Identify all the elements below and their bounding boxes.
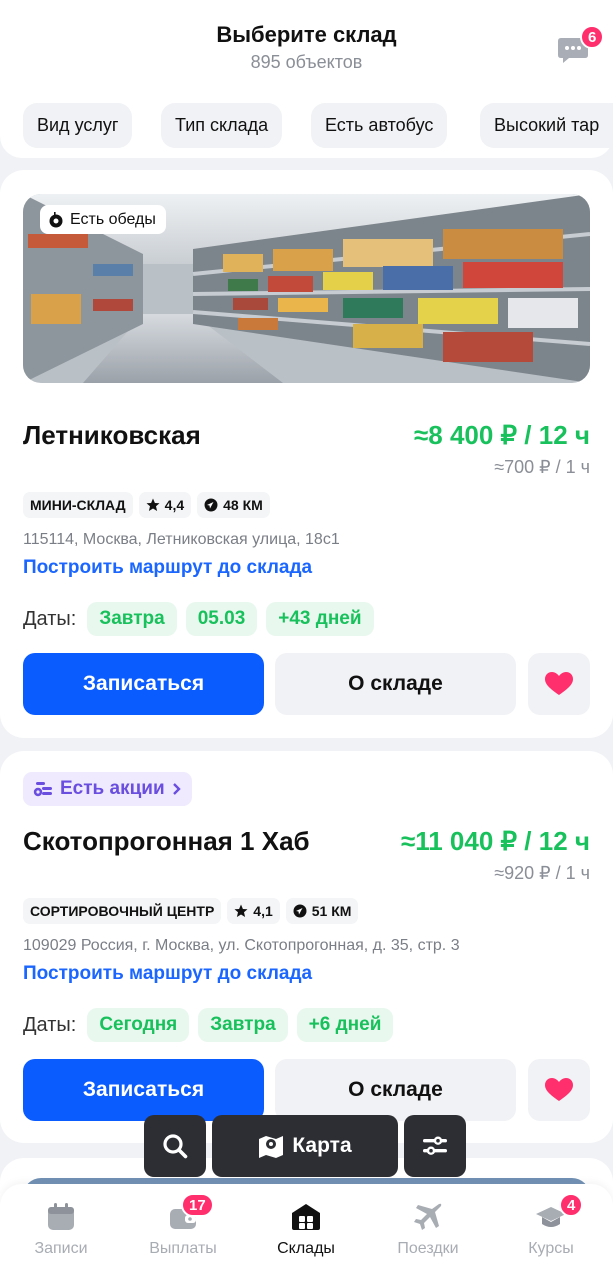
page-title: Выберите склад bbox=[216, 22, 397, 47]
distance-value: 51 КМ bbox=[311, 903, 352, 919]
header: Выберите склад 895 объектов 6 Вид услуг … bbox=[0, 0, 613, 158]
filters-button[interactable] bbox=[404, 1115, 466, 1177]
warehouse-name: Скотопрогонная 1 Хаб bbox=[23, 826, 310, 856]
warehouse-meta: СОРТИРОВОЧНЫЙ ЦЕНТР 4,1 51 КМ bbox=[23, 898, 359, 924]
map-button-label: Карта bbox=[292, 1134, 352, 1157]
warehouse-card[interactable]: Есть обеды Летниковская ≈8 400 ₽ / 12 ч … bbox=[0, 170, 613, 738]
date-chip[interactable]: Завтра bbox=[198, 1008, 288, 1042]
filter-chips: Вид услуг Тип склада Есть автобус Высоки… bbox=[0, 103, 613, 149]
tab-courses[interactable]: 4 Курсы bbox=[490, 1184, 612, 1280]
map-pin-icon bbox=[259, 1136, 284, 1158]
about-warehouse-button[interactable]: О складе bbox=[275, 1059, 516, 1121]
bottom-tab-bar: Записи 17 Выплаты Склады Поездки 4 Курсы bbox=[0, 1184, 613, 1280]
courses-badge: 4 bbox=[559, 1193, 584, 1217]
warehouse-type-badge: МИНИ-СКЛАД bbox=[23, 492, 133, 518]
airplane-icon bbox=[414, 1203, 442, 1230]
hourly-price: ≈920 ₽ / 1 ч bbox=[494, 863, 590, 883]
hourly-price: ≈700 ₽ / 1 ч bbox=[494, 457, 590, 477]
filter-chip-bus[interactable]: Есть автобус bbox=[311, 103, 448, 148]
warehouse-type-badge: СОРТИРОВОЧНЫЙ ЦЕНТР bbox=[23, 898, 222, 924]
favorite-button[interactable] bbox=[528, 653, 590, 715]
rating-value: 4,1 bbox=[253, 903, 273, 919]
search-icon bbox=[163, 1134, 188, 1159]
meal-icon bbox=[49, 211, 63, 227]
dates-label: Даты: bbox=[23, 607, 77, 630]
filter-chip-high-tariff[interactable]: Высокий тар bbox=[480, 103, 613, 148]
signup-button[interactable]: Записаться bbox=[23, 1059, 264, 1121]
warehouse-icon bbox=[292, 1204, 320, 1230]
tab-records[interactable]: Записи bbox=[0, 1184, 122, 1280]
heart-icon bbox=[545, 1078, 573, 1101]
star-icon bbox=[234, 904, 248, 917]
tab-payouts[interactable]: 17 Выплаты bbox=[122, 1184, 244, 1280]
rating-badge: 4,4 bbox=[138, 492, 192, 518]
objects-count: 895 объектов bbox=[250, 52, 363, 72]
warehouse-address: 109029 Россия, г. Москва, ул. Скотопрого… bbox=[23, 937, 460, 954]
date-chip[interactable]: Сегодня bbox=[87, 1008, 190, 1042]
warehouse-card[interactable]: Есть акции Скотопрогонная 1 Хаб ≈11 040 … bbox=[0, 751, 613, 1143]
distance-badge: 51 КМ bbox=[285, 898, 359, 924]
promo-icon bbox=[33, 782, 52, 797]
payouts-badge: 17 bbox=[181, 1193, 214, 1217]
tab-label: Курсы bbox=[528, 1240, 574, 1257]
about-warehouse-button[interactable]: О складе bbox=[275, 653, 516, 715]
filter-chip-warehouse-type[interactable]: Тип склада bbox=[161, 103, 283, 148]
chevron-right-icon bbox=[172, 783, 181, 795]
tab-label: Поездки bbox=[397, 1240, 459, 1257]
shift-price: ≈11 040 ₽ / 12 ч bbox=[400, 826, 590, 856]
favorite-button[interactable] bbox=[528, 1059, 590, 1121]
tab-label: Склады bbox=[277, 1240, 335, 1257]
date-chip-more[interactable]: +43 дней bbox=[266, 602, 374, 636]
route-link[interactable]: Построить маршрут до склада bbox=[23, 557, 312, 579]
available-dates: Даты: Завтра 05.03 +43 дней bbox=[23, 602, 374, 636]
filter-chip-service-type[interactable]: Вид услуг bbox=[23, 103, 133, 148]
search-button[interactable] bbox=[144, 1115, 206, 1177]
photo-tag-lunch: Есть обеды bbox=[40, 205, 166, 234]
distance-badge: 48 КМ bbox=[197, 492, 270, 518]
star-icon bbox=[146, 498, 160, 511]
distance-icon bbox=[293, 904, 307, 918]
signup-button[interactable]: Записаться bbox=[23, 653, 264, 715]
dates-label: Даты: bbox=[23, 1013, 77, 1036]
date-chip[interactable]: Завтра bbox=[87, 602, 177, 636]
photo-tag-label: Есть обеды bbox=[70, 211, 156, 228]
map-button[interactable]: Карта bbox=[212, 1115, 398, 1177]
tab-warehouses[interactable]: Склады bbox=[245, 1184, 367, 1280]
tab-label: Выплаты bbox=[149, 1240, 217, 1257]
calendar-icon bbox=[48, 1203, 74, 1230]
heart-icon bbox=[545, 672, 573, 695]
warehouse-name: Летниковская bbox=[23, 420, 201, 450]
rating-value: 4,4 bbox=[164, 497, 185, 513]
warehouse-meta: МИНИ-СКЛАД 4,4 48 КМ bbox=[23, 492, 270, 518]
distance-icon bbox=[204, 498, 218, 512]
sliders-icon bbox=[423, 1136, 447, 1155]
rating-badge: 4,1 bbox=[227, 898, 280, 924]
tab-trips[interactable]: Поездки bbox=[367, 1184, 489, 1280]
promo-label: Есть акции bbox=[60, 778, 165, 799]
warehouse-photo: Есть обеды bbox=[23, 194, 590, 383]
promo-badge[interactable]: Есть акции bbox=[23, 772, 192, 806]
tab-label: Записи bbox=[34, 1240, 88, 1257]
distance-value: 48 КМ bbox=[223, 497, 263, 513]
date-chip-more[interactable]: +6 дней bbox=[296, 1008, 394, 1042]
available-dates: Даты: Сегодня Завтра +6 дней bbox=[23, 1008, 394, 1042]
date-chip[interactable]: 05.03 bbox=[185, 602, 258, 636]
warehouse-address: 115114, Москва, Летниковская улица, 18с1 bbox=[23, 531, 340, 548]
route-link[interactable]: Построить маршрут до склада bbox=[23, 963, 312, 985]
shift-price: ≈8 400 ₽ / 12 ч bbox=[413, 420, 590, 450]
